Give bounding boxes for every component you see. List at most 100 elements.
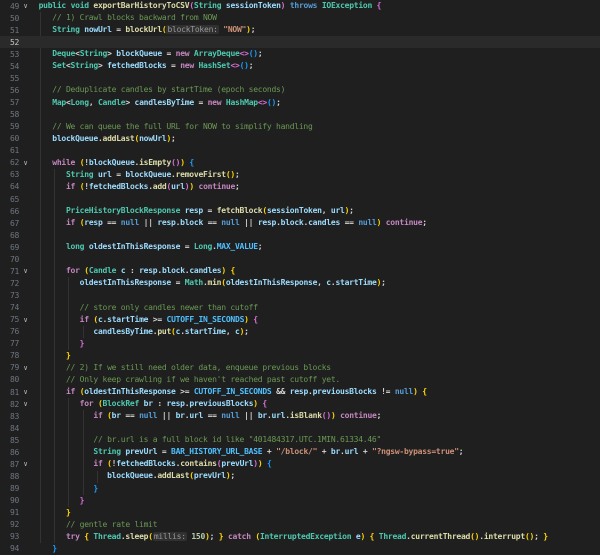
code-line[interactable]: 88 blockQueue.addLast(prevUrl); <box>0 470 600 482</box>
code-line-content[interactable]: // Only keep crawling if we haven't reac… <box>34 374 600 386</box>
line-number[interactable]: 54 <box>0 62 19 71</box>
line-number[interactable]: 80 <box>0 375 19 384</box>
code-line[interactable]: 93 try { Thread.sleep(millis: 150); } ca… <box>0 531 600 543</box>
code-line[interactable]: 85 // br.url is a full block id like "40… <box>0 434 600 446</box>
code-line-content[interactable]: Map<Long, Candle> candlesByTime = new Ha… <box>34 97 600 109</box>
code-line[interactable]: 57 Map<Long, Candle> candlesByTime = new… <box>0 97 600 109</box>
line-number[interactable]: 73 <box>0 291 19 300</box>
line-number[interactable]: 67 <box>0 219 19 228</box>
code-line[interactable]: 79∨ // 2) If we still need older data, e… <box>0 362 600 374</box>
code-line-content[interactable]: } <box>34 350 600 362</box>
line-number[interactable]: 68 <box>0 231 19 240</box>
code-line[interactable]: 77 } <box>0 338 600 350</box>
line-number[interactable]: 59 <box>0 122 19 131</box>
code-line-content[interactable]: blockQueue.addLast(nowUrl); <box>34 133 600 145</box>
code-line[interactable]: 63 String url = blockQueue.removeFirst()… <box>0 169 600 181</box>
code-line-content[interactable]: if (!fetchedBlocks.add(url)) continue; <box>34 181 600 193</box>
code-line[interactable]: 74 // store only candles newer than cuto… <box>0 302 600 314</box>
code-line-content[interactable]: } <box>34 483 600 495</box>
line-number[interactable]: 87 <box>0 460 19 469</box>
line-number[interactable]: 88 <box>0 472 19 481</box>
code-line[interactable]: 76 candlesByTime.put(c.startTime, c); <box>0 326 600 338</box>
code-line-content[interactable]: // store only candles newer than cutoff <box>34 302 600 314</box>
code-line[interactable]: 78 } <box>0 350 600 362</box>
code-line-content[interactable]: long oldestInThisResponse = Long.MAX_VAL… <box>34 241 600 253</box>
code-line[interactable]: 60 blockQueue.addLast(nowUrl); <box>0 133 600 145</box>
code-line[interactable]: 66 PriceHistoryBlockResponse resp = fetc… <box>0 205 600 217</box>
line-number[interactable]: 49 <box>0 2 19 11</box>
line-number[interactable]: 89 <box>0 484 19 493</box>
code-line[interactable]: 83 if (br == null || br.url == null || b… <box>0 410 600 422</box>
code-line-content[interactable]: public void exportBarHistoryToCSV(String… <box>34 0 600 12</box>
code-line-content[interactable]: String nowUrl = blockUrl(blockToken: "NO… <box>34 24 600 36</box>
code-line-content[interactable]: if (resp == null || resp.block == null |… <box>34 217 600 229</box>
chevron-down-icon[interactable]: ∨ <box>19 386 32 398</box>
code-line[interactable]: 89 } <box>0 483 600 495</box>
code-line[interactable]: 52 <box>0 36 600 48</box>
line-number[interactable]: 91 <box>0 508 19 517</box>
line-number[interactable]: 62 <box>0 158 19 167</box>
code-line-content[interactable]: String prevUrl = BAR_HISTORY_URL_BASE + … <box>34 446 600 458</box>
code-line-content[interactable]: } <box>34 507 600 519</box>
code-line[interactable]: 84 <box>0 422 600 434</box>
line-number[interactable]: 94 <box>0 544 19 553</box>
chevron-down-icon[interactable]: ∨ <box>19 265 32 277</box>
line-number[interactable]: 93 <box>0 532 19 541</box>
line-number[interactable]: 56 <box>0 86 19 95</box>
line-number[interactable]: 60 <box>0 134 19 143</box>
code-line[interactable]: 49∨ public void exportBarHistoryToCSV(St… <box>0 0 600 12</box>
code-line[interactable]: 68 <box>0 229 600 241</box>
code-line[interactable]: 81∨ if (oldestInThisResponse >= CUTOFF_I… <box>0 386 600 398</box>
code-line-content[interactable]: if (c.startTime >= CUTOFF_IN_SECONDS) { <box>34 314 600 326</box>
line-number[interactable]: 63 <box>0 170 19 179</box>
line-number[interactable]: 92 <box>0 520 19 529</box>
line-number[interactable]: 83 <box>0 412 19 421</box>
code-line[interactable]: 94 } <box>0 543 600 555</box>
line-number[interactable]: 66 <box>0 207 19 216</box>
code-line[interactable]: 82∨ for (BlockRef br : resp.previousBloc… <box>0 398 600 410</box>
chevron-down-icon[interactable]: ∨ <box>19 458 32 470</box>
code-line[interactable]: 86 String prevUrl = BAR_HISTORY_URL_BASE… <box>0 446 600 458</box>
code-line[interactable]: 58 <box>0 109 600 121</box>
line-number[interactable]: 69 <box>0 243 19 252</box>
line-number[interactable]: 50 <box>0 14 19 23</box>
line-number[interactable]: 58 <box>0 110 19 119</box>
line-number[interactable]: 53 <box>0 50 19 59</box>
code-line[interactable]: 62∨ while (!blockQueue.isEmpty()) { <box>0 157 600 169</box>
code-line[interactable]: 54 Set<String> fetchedBlocks = new HashS… <box>0 60 600 72</box>
code-line[interactable]: 87∨ if (!fetchedBlocks.contains(prevUrl)… <box>0 458 600 470</box>
code-line[interactable]: 56 // Deduplicate candles by startTime (… <box>0 84 600 96</box>
line-number[interactable]: 64 <box>0 182 19 191</box>
code-line-content[interactable]: for (BlockRef br : resp.previousBlocks) … <box>34 398 600 410</box>
code-line[interactable]: 59 // We can queue the full URL for NOW … <box>0 121 600 133</box>
chevron-down-icon[interactable]: ∨ <box>19 398 32 410</box>
line-number[interactable]: 78 <box>0 351 19 360</box>
chevron-down-icon[interactable]: ∨ <box>19 157 32 169</box>
line-number[interactable]: 82 <box>0 400 19 409</box>
code-line[interactable]: 92 // gentle rate limit <box>0 519 600 531</box>
code-line-content[interactable]: for (Candle c : resp.block.candles) { <box>34 265 600 277</box>
code-line[interactable]: 70 <box>0 253 600 265</box>
code-line-content[interactable]: // br.url is a full block id like "40148… <box>34 434 600 446</box>
chevron-down-icon[interactable]: ∨ <box>19 362 32 374</box>
code-line[interactable]: 71∨ for (Candle c : resp.block.candles) … <box>0 265 600 277</box>
code-line-content[interactable]: // 2) If we still need older data, enque… <box>34 362 600 374</box>
code-line[interactable]: 67 if (resp == null || resp.block == nul… <box>0 217 600 229</box>
code-line[interactable]: 64 if (!fetchedBlocks.add(url)) continue… <box>0 181 600 193</box>
line-number[interactable]: 77 <box>0 339 19 348</box>
line-number[interactable]: 84 <box>0 424 19 433</box>
code-line-content[interactable]: Deque<String> blockQueue = new ArrayDequ… <box>34 48 600 60</box>
code-line-content[interactable]: // gentle rate limit <box>34 519 600 531</box>
line-number[interactable]: 76 <box>0 327 19 336</box>
code-line[interactable]: 50 // 1) Crawl blocks backward from NOW <box>0 12 600 24</box>
code-line-content[interactable]: } <box>34 495 600 507</box>
code-line-content[interactable]: if (!fetchedBlocks.contains(prevUrl)) { <box>34 458 600 470</box>
code-line-content[interactable]: blockQueue.addLast(prevUrl); <box>34 470 600 482</box>
code-line[interactable]: 51 String nowUrl = blockUrl(blockToken: … <box>0 24 600 36</box>
code-line-content[interactable]: while (!blockQueue.isEmpty()) { <box>34 157 600 169</box>
line-number[interactable]: 61 <box>0 146 19 155</box>
code-line-content[interactable]: PriceHistoryBlockResponse resp = fetchBl… <box>34 205 600 217</box>
code-line[interactable]: 61 <box>0 145 600 157</box>
code-line-content[interactable]: } <box>34 543 600 555</box>
code-line-content[interactable]: oldestInThisResponse = Math.min(oldestIn… <box>34 277 600 289</box>
